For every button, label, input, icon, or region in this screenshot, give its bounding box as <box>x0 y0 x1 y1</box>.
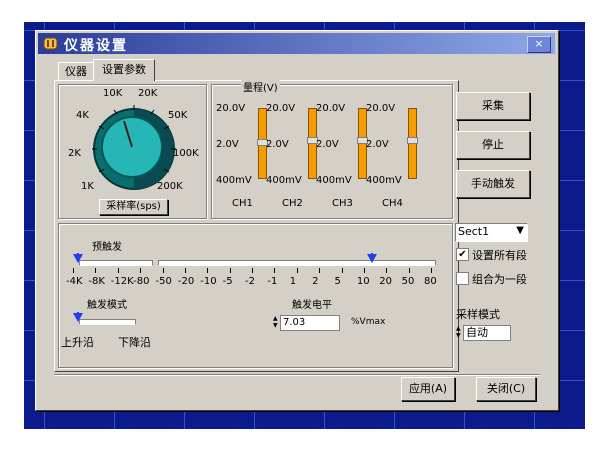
range-row-label: 2.0V <box>316 139 339 150</box>
scale-tick <box>363 268 365 273</box>
knob-label-10k: 10K <box>103 88 123 99</box>
set-all-sections-checkbox[interactable]: ✔ <box>456 248 469 261</box>
range-row-label: 20.0V <box>366 103 396 114</box>
scale-tick <box>386 268 388 273</box>
scale-label: -12K <box>110 276 134 287</box>
scale-tick <box>184 268 186 273</box>
scale-tick <box>95 268 97 273</box>
range-row-label: 2.0V <box>216 139 239 150</box>
scale-label: -50 <box>155 276 172 287</box>
scale-label: 20 <box>379 276 392 287</box>
sampling-mode-field[interactable]: 自动 <box>463 325 511 341</box>
range-slider-ch4[interactable] <box>407 108 418 179</box>
scale-label: 80 <box>424 276 437 287</box>
range-group: 量程(V) 20.0V 2.0V 400mV CH1 20.0V 2.0V 400mV CH2… <box>211 79 453 219</box>
range-row-label: 2.0V <box>266 139 289 150</box>
scale-label: -8K <box>88 276 105 287</box>
pretrigger-thumb[interactable] <box>367 253 377 263</box>
channel-label: CH2 <box>282 198 303 209</box>
collect-button[interactable]: 采集 <box>456 92 530 120</box>
scale-label: 5 <box>334 276 341 287</box>
edge-falling-label: 下降沿 <box>118 336 151 349</box>
sample-rate-button[interactable]: 采样率(sps) <box>99 199 168 215</box>
trigger-level-field[interactable]: 7.03 <box>280 315 340 331</box>
range-row-label: 400mV <box>266 175 302 186</box>
set-all-sections-label: 设置所有段 <box>472 249 527 262</box>
pretrigger-track-left <box>79 260 153 266</box>
range-row-label: 400mV <box>216 175 252 186</box>
range-row-label: 2.0V <box>366 139 389 150</box>
trigger-mode-thumb[interactable] <box>73 312 83 322</box>
stop-button[interactable]: 停止 <box>456 131 530 159</box>
sampling-mode-label: 采样模式 <box>456 308 500 321</box>
scale-label: -2 <box>245 276 255 287</box>
scale-tick <box>296 268 298 273</box>
scale-label: 50 <box>401 276 415 287</box>
merge-sections-label: 组合为一段 <box>472 273 527 286</box>
app-icon <box>43 37 58 50</box>
scale-tick <box>408 268 410 273</box>
sect-select[interactable]: Sect1 ▼ <box>455 223 528 242</box>
channel-label: CH1 <box>232 198 253 209</box>
scale-label: 10 <box>356 276 370 287</box>
edge-rising-label: 上升沿 <box>61 336 94 349</box>
sect-select-value: Sect1 <box>458 225 490 238</box>
footer-divider <box>54 374 540 376</box>
spin-arrows-icon[interactable]: ▲ ▼ <box>273 315 279 329</box>
spin-arrows-icon[interactable]: ▲ ▼ <box>456 325 462 339</box>
range-title: 量程(V) <box>241 79 280 94</box>
channel-label: CH4 <box>382 198 403 209</box>
channel-label: CH3 <box>332 198 353 209</box>
scale-tick <box>73 268 74 273</box>
range-slider-thumb[interactable] <box>407 137 418 144</box>
scale-tick <box>431 268 432 273</box>
pretrigger-track[interactable] <box>158 260 436 266</box>
pretrigger-left-thumb[interactable] <box>73 253 83 263</box>
chevron-down-icon[interactable]: ▼ <box>516 225 524 236</box>
trigger-level-label: 触发电平 <box>292 300 332 311</box>
apply-button[interactable]: 应用(A) <box>401 377 455 401</box>
scale-tick <box>162 268 164 273</box>
range-row-label: 400mV <box>366 175 402 186</box>
tab-settings[interactable]: 设置参数 <box>93 59 155 81</box>
tab-panel: 10K 20K 4K 50K 2K 100K 1K 200K 采样率(sps) … <box>54 79 459 372</box>
scale-label: 1 <box>289 276 297 287</box>
sample-rate-knob[interactable] <box>84 99 184 199</box>
trigger-mode-label: 触发模式 <box>87 300 127 311</box>
close-button[interactable]: 关闭(C) <box>476 377 536 401</box>
scale-label: -80 <box>133 276 150 287</box>
scale-label: -1 <box>267 276 278 287</box>
range-row-label: 20.0V <box>216 103 246 114</box>
scale-tick <box>252 268 253 273</box>
scale-tick <box>207 268 209 273</box>
scale-tick <box>319 268 321 273</box>
window-title: 仪器设置 <box>64 38 128 54</box>
sample-rate-group: 10K 20K 4K 50K 2K 100K 1K 200K 采样率(sps) <box>58 84 207 219</box>
range-row-label: 400mV <box>316 175 352 186</box>
trigger-group: 预触发 -4K -8K -12K -80 -50 -20 -10 -5 -2 -1 1 2 5 10 20 5… <box>58 223 453 368</box>
merge-sections-checkbox[interactable] <box>456 272 469 285</box>
trigger-level-unit: %Vmax <box>351 317 386 327</box>
knob-label-2k: 2K <box>68 148 81 159</box>
knob-label-20k: 20K <box>138 88 158 99</box>
tab-instrument[interactable]: 仪器 <box>58 62 94 81</box>
trigger-mode-track[interactable] <box>79 319 136 325</box>
scale-tick <box>117 268 119 273</box>
scale-tick <box>341 268 343 273</box>
manual-trigger-button[interactable]: 手动触发 <box>456 170 530 198</box>
scale-tick <box>140 268 142 273</box>
pretrigger-label: 预触发 <box>92 242 122 253</box>
scale-label: -10 <box>200 276 217 287</box>
scale-label: -4K <box>66 276 83 287</box>
range-row-label: 20.0V <box>266 103 296 114</box>
scale-tick <box>274 268 276 273</box>
title-bar[interactable]: 仪器设置 × <box>38 33 555 54</box>
scale-label: -5 <box>222 276 233 287</box>
instrument-settings-dialog: 仪器设置 × 仪器 设置参数 10K 20K 4K 50K 2K 100K 1K… <box>35 30 559 411</box>
scale-label: 2 <box>312 276 319 287</box>
scale-label: -20 <box>177 276 195 287</box>
scale-tick <box>229 268 231 273</box>
close-icon[interactable]: × <box>527 36 551 53</box>
range-row-label: 20.0V <box>316 103 346 114</box>
